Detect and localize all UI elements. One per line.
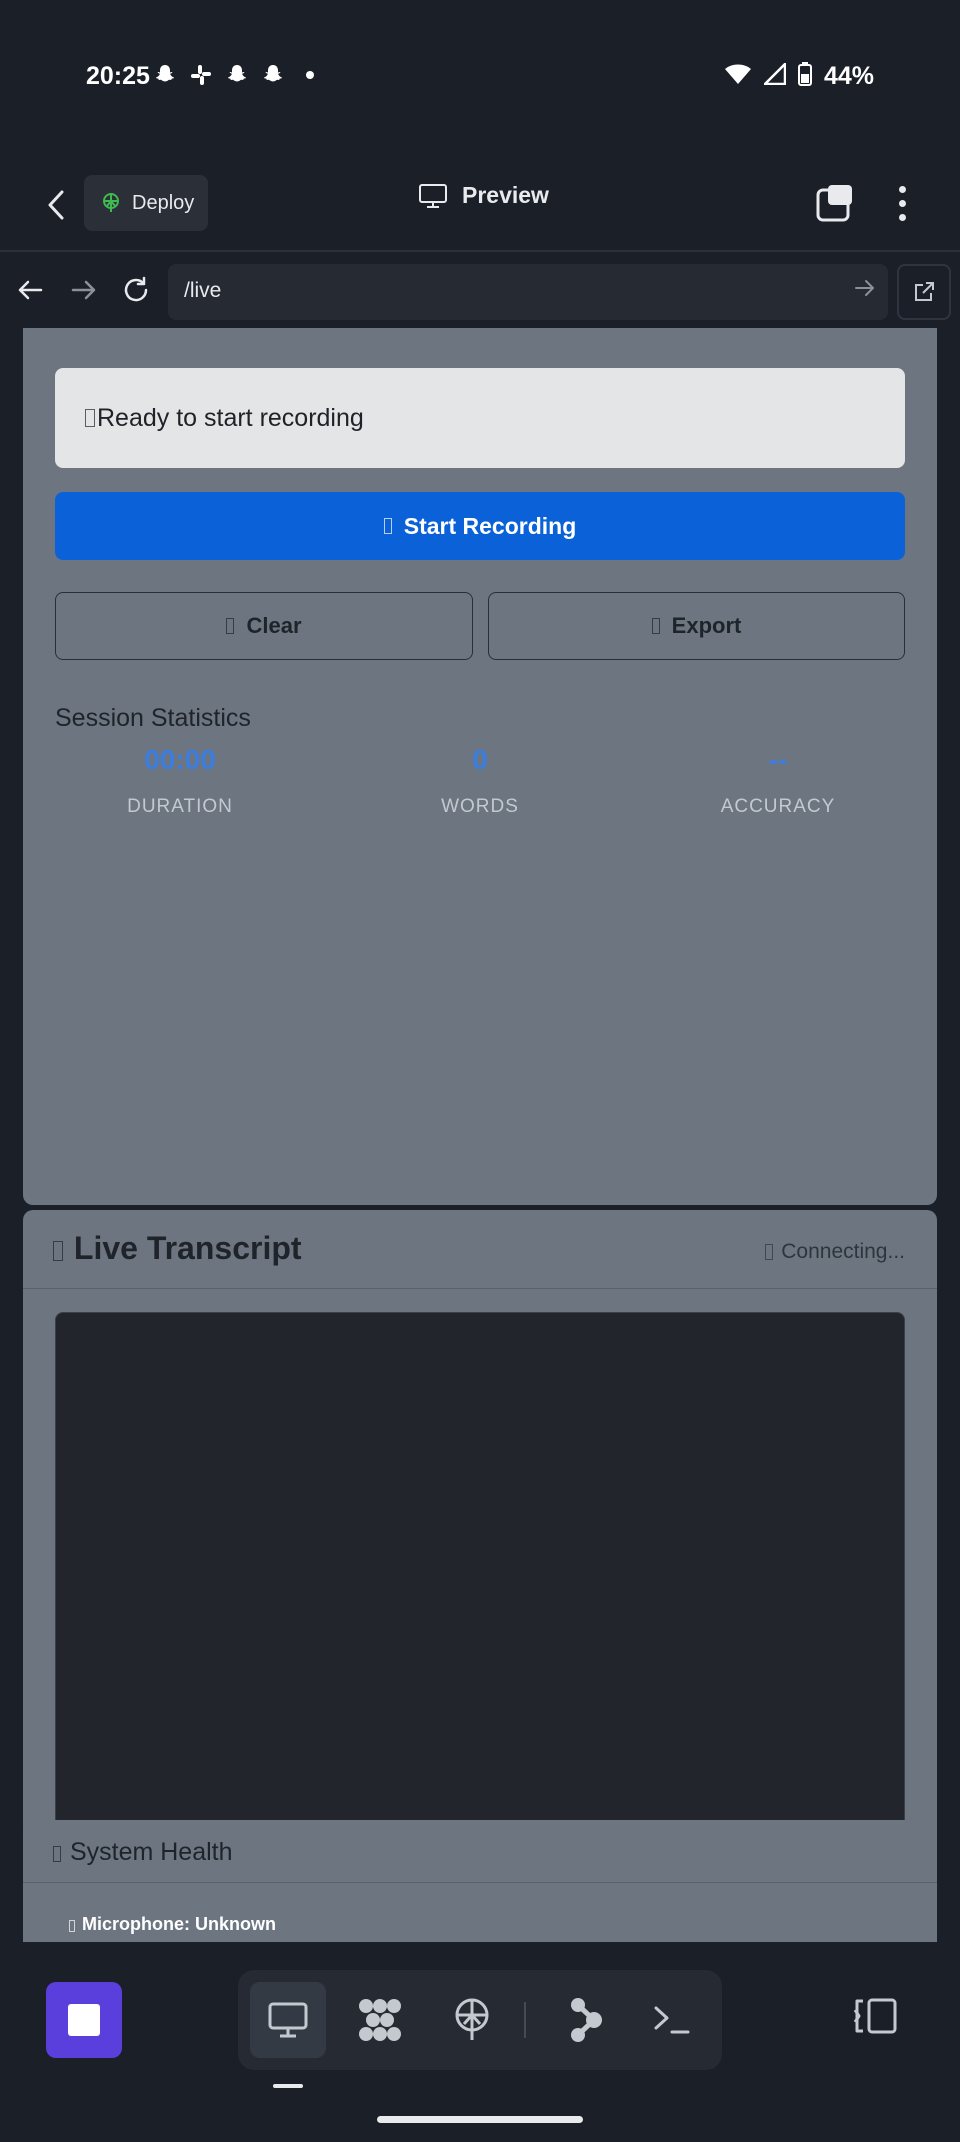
snapchat-icon — [224, 62, 250, 88]
live-transcript-title-text: Live Transcript — [73, 1230, 302, 1266]
transcript-icon — [53, 1241, 63, 1261]
export-label: Export — [671, 613, 742, 638]
stat-duration-value: 00:00 — [144, 744, 216, 775]
tool-separator — [524, 2002, 526, 2038]
stat-duration: 00:00 DURATION — [80, 744, 280, 818]
home-gesture-bar[interactable] — [377, 2116, 583, 2123]
browser-back-button[interactable] — [12, 272, 48, 308]
webview: Ready to start recording Start Recording… — [0, 328, 960, 1942]
battery-icon — [797, 62, 812, 91]
signal-icon — [761, 60, 787, 90]
notification-icons — [152, 62, 314, 88]
deploy-label: Deploy — [132, 191, 195, 214]
stat-words-value: 0 — [472, 744, 488, 775]
status-time: 20:25 — [86, 62, 150, 90]
arrow-right-icon — [71, 280, 96, 300]
url-input[interactable]: /live — [168, 264, 888, 320]
stat-accuracy: -- ACCURACY — [678, 744, 878, 818]
system-health-title-text: System Health — [69, 1838, 233, 1866]
status-bar: 20:25 44% — [0, 0, 960, 150]
side-panel-icon — [853, 1998, 897, 2034]
start-recording-label: Start Recording — [403, 512, 577, 539]
microphone-icon — [383, 518, 392, 534]
hexagon-cluster-icon — [359, 1999, 401, 2041]
system-health-card: System Health Microphone: Unknown — [23, 1820, 937, 1942]
recording-controls-card: Ready to start recording Start Recording… — [23, 328, 937, 1205]
deploy-icon — [103, 193, 119, 212]
stat-accuracy-label: ACCURACY — [720, 796, 836, 817]
slack-icon — [188, 62, 214, 88]
tabs-icon — [816, 185, 852, 222]
active-tool-indicator — [273, 2084, 303, 2088]
back-button[interactable] — [38, 182, 74, 228]
system-icons: 44% — [724, 60, 874, 91]
recording-status-text: Ready to start recording — [97, 403, 364, 432]
connection-status-text: Connecting... — [781, 1240, 905, 1263]
git-branch-icon — [571, 1998, 602, 2042]
snapchat-icon — [260, 62, 286, 88]
preview-label: Preview — [462, 182, 549, 208]
more-notifications-dot — [306, 71, 314, 79]
arrow-right-icon — [855, 280, 874, 296]
start-recording-button[interactable]: Start Recording — [55, 492, 905, 560]
bottom-toolbar — [0, 1942, 960, 2142]
monitor-icon — [268, 2002, 308, 2038]
open-external-button[interactable] — [897, 264, 951, 320]
arrow-left-icon — [18, 280, 43, 300]
live-transcript-title: Live Transcript — [53, 1230, 302, 1267]
stat-words: 0 WORDS — [380, 744, 580, 818]
tabs-button[interactable] — [814, 182, 858, 226]
wifi-icon — [724, 62, 752, 91]
chevron-left-icon — [48, 190, 64, 220]
agents-tool-button[interactable] — [342, 1982, 418, 2058]
stat-accuracy-value: -- — [768, 744, 788, 775]
microphone-status: Microphone: Unknown — [69, 1914, 276, 1935]
deploy-button[interactable]: Deploy — [84, 175, 208, 231]
clear-label: Clear — [246, 613, 302, 638]
transcript-divider — [23, 1288, 937, 1289]
preview-title: Preview — [418, 182, 549, 209]
microphone-icon — [69, 1920, 75, 1932]
deploy-tool-button[interactable] — [434, 1982, 510, 2058]
health-icon — [53, 1846, 61, 1862]
connection-status: Connecting... — [765, 1240, 905, 1264]
status-icon — [85, 409, 95, 427]
system-health-divider — [23, 1882, 937, 1883]
tool-switcher — [238, 1970, 722, 2070]
more-options-button[interactable] — [884, 178, 920, 228]
reload-button[interactable] — [118, 272, 154, 308]
stat-duration-label: DURATION — [127, 796, 233, 817]
snapchat-icon — [152, 62, 178, 88]
terminal-icon — [654, 2006, 690, 2034]
app-header: Deploy Preview — [0, 160, 960, 250]
stop-icon — [68, 2004, 100, 2036]
url-bar-row: /live — [0, 252, 960, 328]
download-icon — [651, 618, 660, 634]
system-health-title: System Health — [53, 1838, 233, 1867]
terminal-tool-button[interactable] — [634, 1982, 710, 2058]
deploy-icon — [455, 1998, 489, 2040]
stop-button[interactable] — [46, 1982, 122, 2058]
monitor-icon — [419, 183, 447, 208]
clear-button[interactable]: Clear — [55, 592, 473, 660]
battery-percent: 44% — [823, 62, 874, 90]
toggle-panel-button[interactable] — [850, 1986, 900, 2046]
url-path: /live — [184, 279, 222, 302]
refresh-icon — [124, 276, 148, 302]
recording-status: Ready to start recording — [55, 368, 905, 468]
export-button[interactable]: Export — [488, 592, 905, 660]
microphone-status-text: Microphone: Unknown — [82, 1914, 276, 1934]
trash-icon — [226, 618, 235, 634]
browser-forward-button[interactable] — [66, 272, 102, 308]
go-button[interactable] — [854, 278, 876, 303]
external-link-icon — [915, 282, 934, 301]
stat-words-label: WORDS — [441, 796, 519, 817]
git-tool-button[interactable] — [548, 1982, 624, 2058]
preview-tool-button[interactable] — [250, 1982, 326, 2058]
session-statistics-title: Session Statistics — [55, 704, 251, 732]
connection-icon — [765, 1244, 774, 1260]
